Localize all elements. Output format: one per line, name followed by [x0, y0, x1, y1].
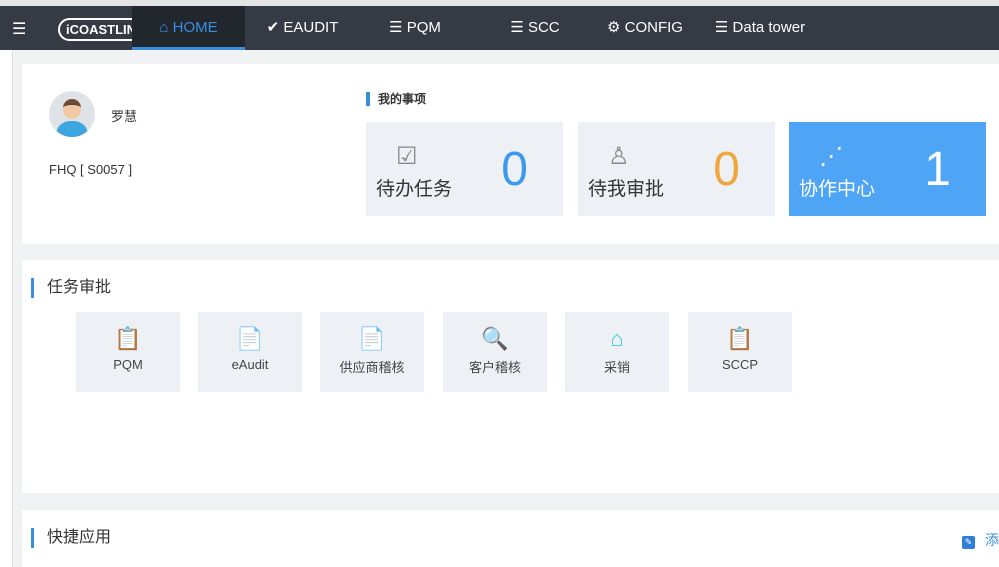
- edit-icon: ✎: [962, 536, 975, 549]
- nav-pqm[interactable]: ☰ PQM: [360, 6, 470, 50]
- hamburger-menu-icon[interactable]: ☰: [12, 19, 26, 39]
- my-items-title: 我的事项: [366, 92, 426, 106]
- list-icon: ☰: [510, 19, 524, 36]
- nav-data-tower[interactable]: ☰ Data tower: [700, 6, 820, 50]
- check-icon: ✔: [266, 19, 280, 36]
- tile-label: 待办任务: [376, 179, 453, 200]
- quick-apps-card: 快捷应用 ✎ 添: [22, 510, 999, 567]
- home-icon: ⌂: [159, 19, 169, 36]
- nav-label: HOME: [172, 19, 218, 36]
- nav-label: Data tower: [732, 19, 806, 36]
- app-label: SCCP: [721, 357, 759, 372]
- app-label: PQM: [113, 357, 143, 372]
- approval-title: 任务审批: [31, 278, 111, 298]
- app-label: eAudit: [231, 357, 269, 372]
- app-label: 客户稽核: [468, 360, 521, 375]
- clipboard-icon: 📋: [726, 326, 754, 351]
- nav-label: CONFIG: [624, 19, 683, 36]
- list-icon: ☰: [389, 19, 403, 36]
- nav-label: PQM: [406, 19, 441, 36]
- app-tile[interactable]: 🔍 客户稽核: [443, 312, 547, 392]
- app-tile[interactable]: 📋 PQM: [76, 312, 180, 392]
- document-eye-icon: 📄: [358, 326, 386, 351]
- app-label: 采销: [603, 360, 630, 375]
- nav-home[interactable]: ⌂ HOME: [132, 6, 245, 50]
- user-check-icon: ♙: [608, 143, 630, 170]
- house-icon: ⌂: [610, 326, 624, 351]
- quick-apps-title: 快捷应用: [31, 528, 111, 548]
- app-tile[interactable]: 📄 eAudit: [198, 312, 302, 392]
- share-nodes-icon: ⋰: [819, 143, 843, 170]
- list-icon: ☰: [714, 19, 729, 36]
- tile-1[interactable]: ☑ 待办任务 0: [366, 122, 563, 216]
- document-search-icon: 🔍: [481, 326, 509, 351]
- avatar: [49, 91, 95, 137]
- tile-2[interactable]: ♙ 待我审批 0: [578, 122, 775, 216]
- top-navbar: ☰ iCOASTLINE ⌂ HOME ✔ EAUDIT ☰ PQM ☰ SCC ⚙ C…: [0, 6, 999, 50]
- app-tile[interactable]: 📄 供应商稽核: [320, 312, 424, 392]
- tile-label: 待我审批: [588, 179, 665, 200]
- user-code: FHQ [ S0057 ]: [49, 162, 133, 177]
- clipboard-icon: 📋: [114, 326, 142, 351]
- sidebar-collapsed: [0, 50, 13, 567]
- nav-label: SCC: [527, 19, 560, 36]
- user-name: 罗慧: [111, 109, 138, 124]
- nav-eaudit[interactable]: ✔ EAUDIT: [245, 6, 360, 50]
- nav-label: EAUDIT: [283, 19, 339, 36]
- app-tile[interactable]: ⌂ 采销: [565, 312, 669, 392]
- tile-label: 协作中心: [799, 179, 876, 200]
- approval-card: 任务审批 📋 PQM 📄 eAudit 📄 供应商稽核 🔍 客户稽核 ⌂ 采销 📋 SCCP: [22, 260, 999, 493]
- app-label: 供应商稽核: [339, 360, 405, 375]
- nav-scc[interactable]: ☰ SCC: [480, 6, 590, 50]
- clipboard-check-icon: ☑: [396, 143, 418, 170]
- nav-config[interactable]: ⚙ CONFIG: [590, 6, 700, 50]
- gears-icon: ⚙: [607, 19, 621, 36]
- tile-count: 0: [713, 143, 740, 196]
- app-tile[interactable]: 📋 SCCP: [688, 312, 792, 392]
- tile-3[interactable]: ⋰ 协作中心 1: [789, 122, 986, 216]
- profile-card: 罗慧 FHQ [ S0057 ] 我的事项 ☑ 待办任务 0 ♙ 待我审批 0 ⋰ 协作中心 1: [22, 64, 999, 244]
- tile-count: 1: [924, 143, 951, 196]
- tile-count: 0: [501, 143, 528, 196]
- add-quick-app-button[interactable]: ✎ 添: [962, 530, 999, 550]
- document-minus-icon: 📄: [236, 326, 264, 351]
